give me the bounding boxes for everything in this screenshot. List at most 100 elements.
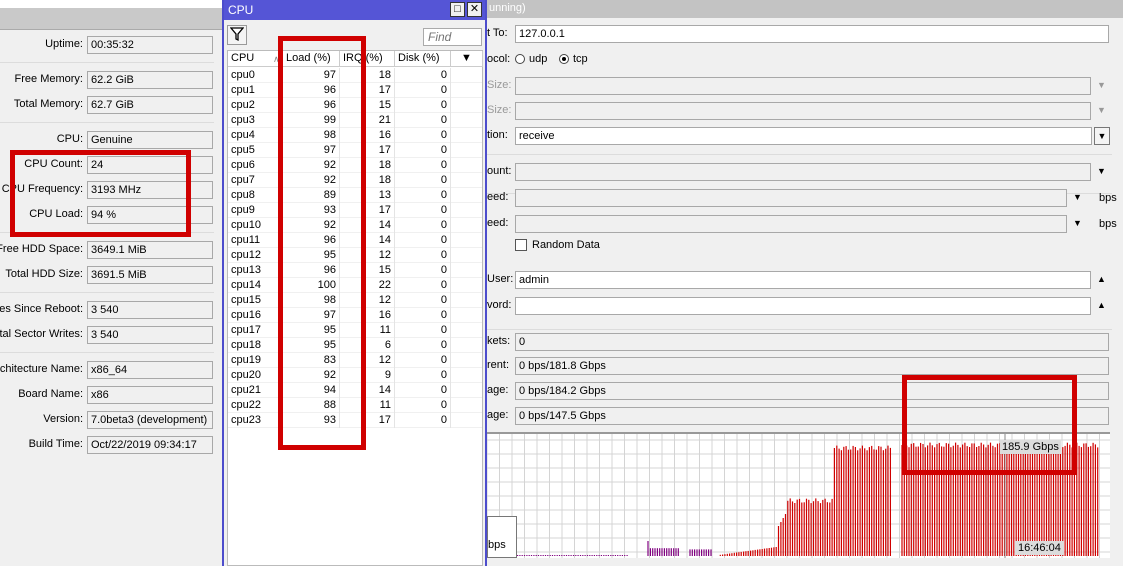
traffic-bar: [596, 555, 598, 556]
restore-button[interactable]: □: [450, 2, 465, 17]
traffic-bar: [889, 447, 891, 556]
field-label: Uptime:: [45, 38, 83, 50]
table-cell: cpu2: [228, 98, 283, 113]
traffic-bar: [523, 555, 526, 556]
expand-up-icon[interactable]: ▲: [1097, 300, 1106, 310]
protocol-radio-tcp[interactable]: tcp: [559, 53, 588, 65]
user-field[interactable]: admin: [515, 271, 1091, 289]
tx-rx-current-field: 0 bps/181.8 Gbps: [515, 357, 1109, 375]
traffic-bar: [878, 446, 880, 556]
table-cell: 0: [395, 203, 451, 218]
connect-to-field[interactable]: 127.0.0.1: [515, 25, 1109, 43]
table-cell: cpu21: [228, 383, 283, 398]
password-field[interactable]: [515, 297, 1091, 315]
remote-udp-tx-size-label: Size:: [487, 104, 512, 116]
field-label: Board Name:: [18, 388, 83, 400]
dropdown-icon[interactable]: ▼: [1097, 80, 1106, 90]
dropdown-icon: ▼: [1097, 131, 1107, 141]
protocol-radio-udp[interactable]: udp: [515, 53, 547, 65]
traffic-bar: [526, 555, 528, 556]
field-label: Total Sector Writes:: [0, 328, 83, 340]
direction-field[interactable]: receive: [515, 127, 1092, 145]
traffic-bar: [789, 498, 791, 556]
separator: [487, 154, 1112, 155]
traffic-bar: [722, 554, 724, 556]
traffic-bar: [558, 555, 561, 556]
traffic-bar: [773, 547, 775, 556]
close-button[interactable]: ✕: [467, 2, 482, 17]
traffic-bar: [533, 555, 535, 556]
find-input[interactable]: [423, 28, 482, 46]
traffic-bar: [824, 498, 826, 556]
dropdown-icon[interactable]: ▼: [1097, 105, 1106, 115]
traffic-bar: [831, 498, 833, 556]
traffic-bar: [766, 548, 768, 556]
chevron-down-icon: ▼: [461, 52, 472, 64]
traffic-bar: [761, 549, 763, 556]
traffic-bar: [691, 549, 693, 556]
filter-button[interactable]: [227, 25, 247, 45]
traffic-bar: [519, 555, 521, 556]
table-cell: 0: [395, 98, 451, 113]
traffic-bar: [864, 448, 866, 556]
field-label: Architecture Name:: [0, 363, 83, 375]
traffic-bar: [654, 548, 656, 556]
traffic-bar: [787, 500, 789, 556]
traffic-bar: [556, 555, 558, 556]
table-cell: cpu0: [228, 68, 283, 83]
traffic-bar: [656, 548, 658, 556]
cpu-window-title[interactable]: CPU: [224, 0, 485, 20]
traffic-bar: [673, 548, 675, 556]
table-cell: 0: [395, 383, 451, 398]
bandwidth-test-title: unning): [487, 0, 1123, 18]
dropdown-button[interactable]: ▼: [1094, 127, 1110, 145]
table-cell: 0: [395, 188, 451, 203]
random-data-checkbox[interactable]: Random Data: [515, 239, 600, 251]
traffic-bar: [738, 552, 740, 556]
field-value: 3 540: [87, 301, 213, 319]
local-tx-speed-label: eed:: [487, 191, 509, 203]
expand-up-icon[interactable]: ▲: [1097, 274, 1106, 284]
table-cell: cpu16: [228, 308, 283, 323]
traffic-bar: [668, 548, 670, 556]
table-cell: cpu7: [228, 173, 283, 188]
cursor-time-label: 16:46:04: [1015, 541, 1064, 555]
table-cell: 0: [395, 263, 451, 278]
dropdown-icon[interactable]: ▼: [1073, 192, 1082, 202]
traffic-bar: [845, 446, 847, 556]
traffic-bar: [836, 445, 838, 556]
remote-udp-tx-size-field: [515, 102, 1091, 120]
traffic-bar: [589, 555, 591, 556]
table-cell: 0: [395, 308, 451, 323]
field-value: 62.2 GiB: [87, 71, 213, 89]
traffic-bar: [838, 448, 840, 556]
field-label: CPU:: [56, 133, 83, 145]
filter-icon: [229, 27, 245, 42]
traffic-bar: [822, 499, 824, 556]
traffic-bar: [605, 555, 607, 556]
legend-text: bps: [488, 539, 506, 551]
traffic-bar: [815, 498, 817, 556]
table-cell: 0: [395, 413, 451, 428]
table-cell: cpu3: [228, 113, 283, 128]
traffic-bar: [572, 555, 575, 556]
traffic-bar: [626, 555, 628, 556]
traffic-bar: [840, 450, 842, 556]
dropdown-icon[interactable]: ▼: [1073, 218, 1082, 228]
traffic-bar: [659, 548, 661, 556]
traffic-bar: [703, 549, 705, 556]
traffic-bar: [794, 503, 796, 556]
table-cell: cpu10: [228, 218, 283, 233]
column-header[interactable]: Disk (%): [395, 51, 451, 67]
traffic-bar: [882, 450, 884, 556]
field-value: Genuine: [87, 131, 213, 149]
table-cell: 0: [395, 233, 451, 248]
traffic-bar: [614, 555, 616, 556]
column-menu-button[interactable]: ▼: [451, 51, 483, 67]
traffic-bar: [1083, 443, 1085, 556]
dropdown-icon[interactable]: ▼: [1097, 166, 1106, 176]
traffic-bar: [736, 552, 738, 556]
traffic-bar: [593, 555, 595, 556]
traffic-bar: [745, 551, 747, 556]
table-cell: 0: [395, 143, 451, 158]
